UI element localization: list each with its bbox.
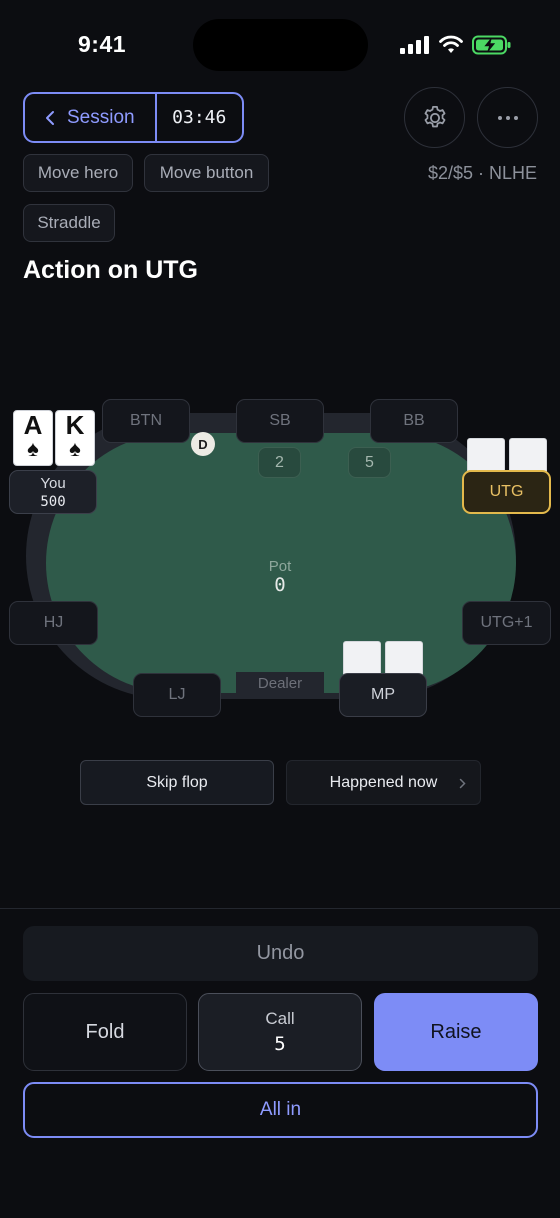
card-rank: A <box>23 410 43 440</box>
seat-bb[interactable]: BB <box>370 399 458 443</box>
hero-card-2: K ♠ <box>55 410 95 466</box>
hero-card-1: A ♠ <box>13 410 53 466</box>
seat-label: UTG <box>489 483 524 500</box>
mp-card-back-1 <box>343 641 381 677</box>
all-in-button[interactable]: All in <box>23 1082 538 1138</box>
seat-sb[interactable]: SB <box>236 399 324 443</box>
seat-label: MP <box>371 686 395 703</box>
chevron-left-icon <box>46 110 54 125</box>
seat-label: LJ <box>168 686 186 703</box>
call-button[interactable]: Call 5 <box>198 993 362 1071</box>
spade-suit-icon: ♠ <box>69 436 81 461</box>
dealer-label: Dealer <box>236 672 324 694</box>
battery-charging-icon <box>472 35 511 55</box>
dealer-button-chip: D <box>191 432 215 456</box>
seat-label: UTG+1 <box>480 614 533 631</box>
mp-card-back-2 <box>385 641 423 677</box>
undo-button[interactable]: Undo <box>23 926 538 981</box>
status-icons <box>400 34 512 56</box>
bet-chip-bb: 5 <box>348 447 391 478</box>
gear-icon <box>424 105 445 127</box>
happened-now-button[interactable]: Happened now <box>286 760 481 805</box>
status-time: 9:41 <box>78 31 127 57</box>
straddle-button[interactable]: Straddle <box>23 204 115 242</box>
utg-card-back-2 <box>509 438 547 474</box>
seat-hero[interactable]: You 500 <box>9 470 97 514</box>
more-options-button[interactable] <box>477 87 538 148</box>
raise-button[interactable]: Raise <box>374 993 538 1071</box>
utg-card-back-1 <box>467 438 505 474</box>
more-horizontal-icon <box>497 115 518 120</box>
stakes-label: $2/$5 · NLHE <box>427 163 537 183</box>
chevron-right-icon <box>459 778 466 789</box>
skip-flop-label: Skip flop <box>146 773 208 791</box>
seat-label: BB <box>403 412 425 429</box>
move-hero-button[interactable]: Move hero <box>23 154 133 192</box>
skip-flop-button[interactable]: Skip flop <box>80 760 274 805</box>
pot-label: Pot <box>268 558 292 575</box>
back-to-session-button[interactable]: Session <box>25 94 155 141</box>
dynamic-island <box>193 19 368 71</box>
seat-utg1[interactable]: UTG+1 <box>462 601 551 645</box>
seat-label: You <box>40 474 66 492</box>
seat-hj[interactable]: HJ <box>9 601 98 645</box>
seat-lj[interactable]: LJ <box>133 673 221 717</box>
fold-button[interactable]: Fold <box>23 993 187 1071</box>
spade-suit-icon: ♠ <box>27 436 39 461</box>
call-amount: 5 <box>274 1033 286 1055</box>
pot-value: 0 <box>274 574 286 596</box>
settings-button[interactable] <box>404 87 465 148</box>
seat-label: BTN <box>130 412 162 429</box>
call-label: Call <box>265 1009 295 1028</box>
seat-btn[interactable]: BTN <box>102 399 190 443</box>
action-title: Action on UTG <box>23 256 198 284</box>
bottom-divider <box>0 908 560 909</box>
session-timer: 03:46 <box>172 107 227 128</box>
seat-label: HJ <box>43 614 64 631</box>
seat-label: SB <box>269 412 291 429</box>
seat-mp[interactable]: MP <box>339 673 427 717</box>
session-pill[interactable]: Session 03:46 <box>23 92 244 143</box>
hero-stack: 500 <box>40 493 66 510</box>
fold-label: Fold <box>85 1020 125 1043</box>
wifi-icon <box>439 35 463 53</box>
session-label: Session <box>67 106 135 128</box>
seat-utg-active[interactable]: UTG <box>462 470 551 514</box>
bet-chip-sb: 2 <box>258 447 301 478</box>
signal-icon <box>400 36 429 54</box>
move-button-button[interactable]: Move button <box>144 154 269 192</box>
raise-label: Raise <box>430 1020 482 1043</box>
card-rank: K <box>65 410 85 440</box>
happened-now-label: Happened now <box>329 773 438 791</box>
